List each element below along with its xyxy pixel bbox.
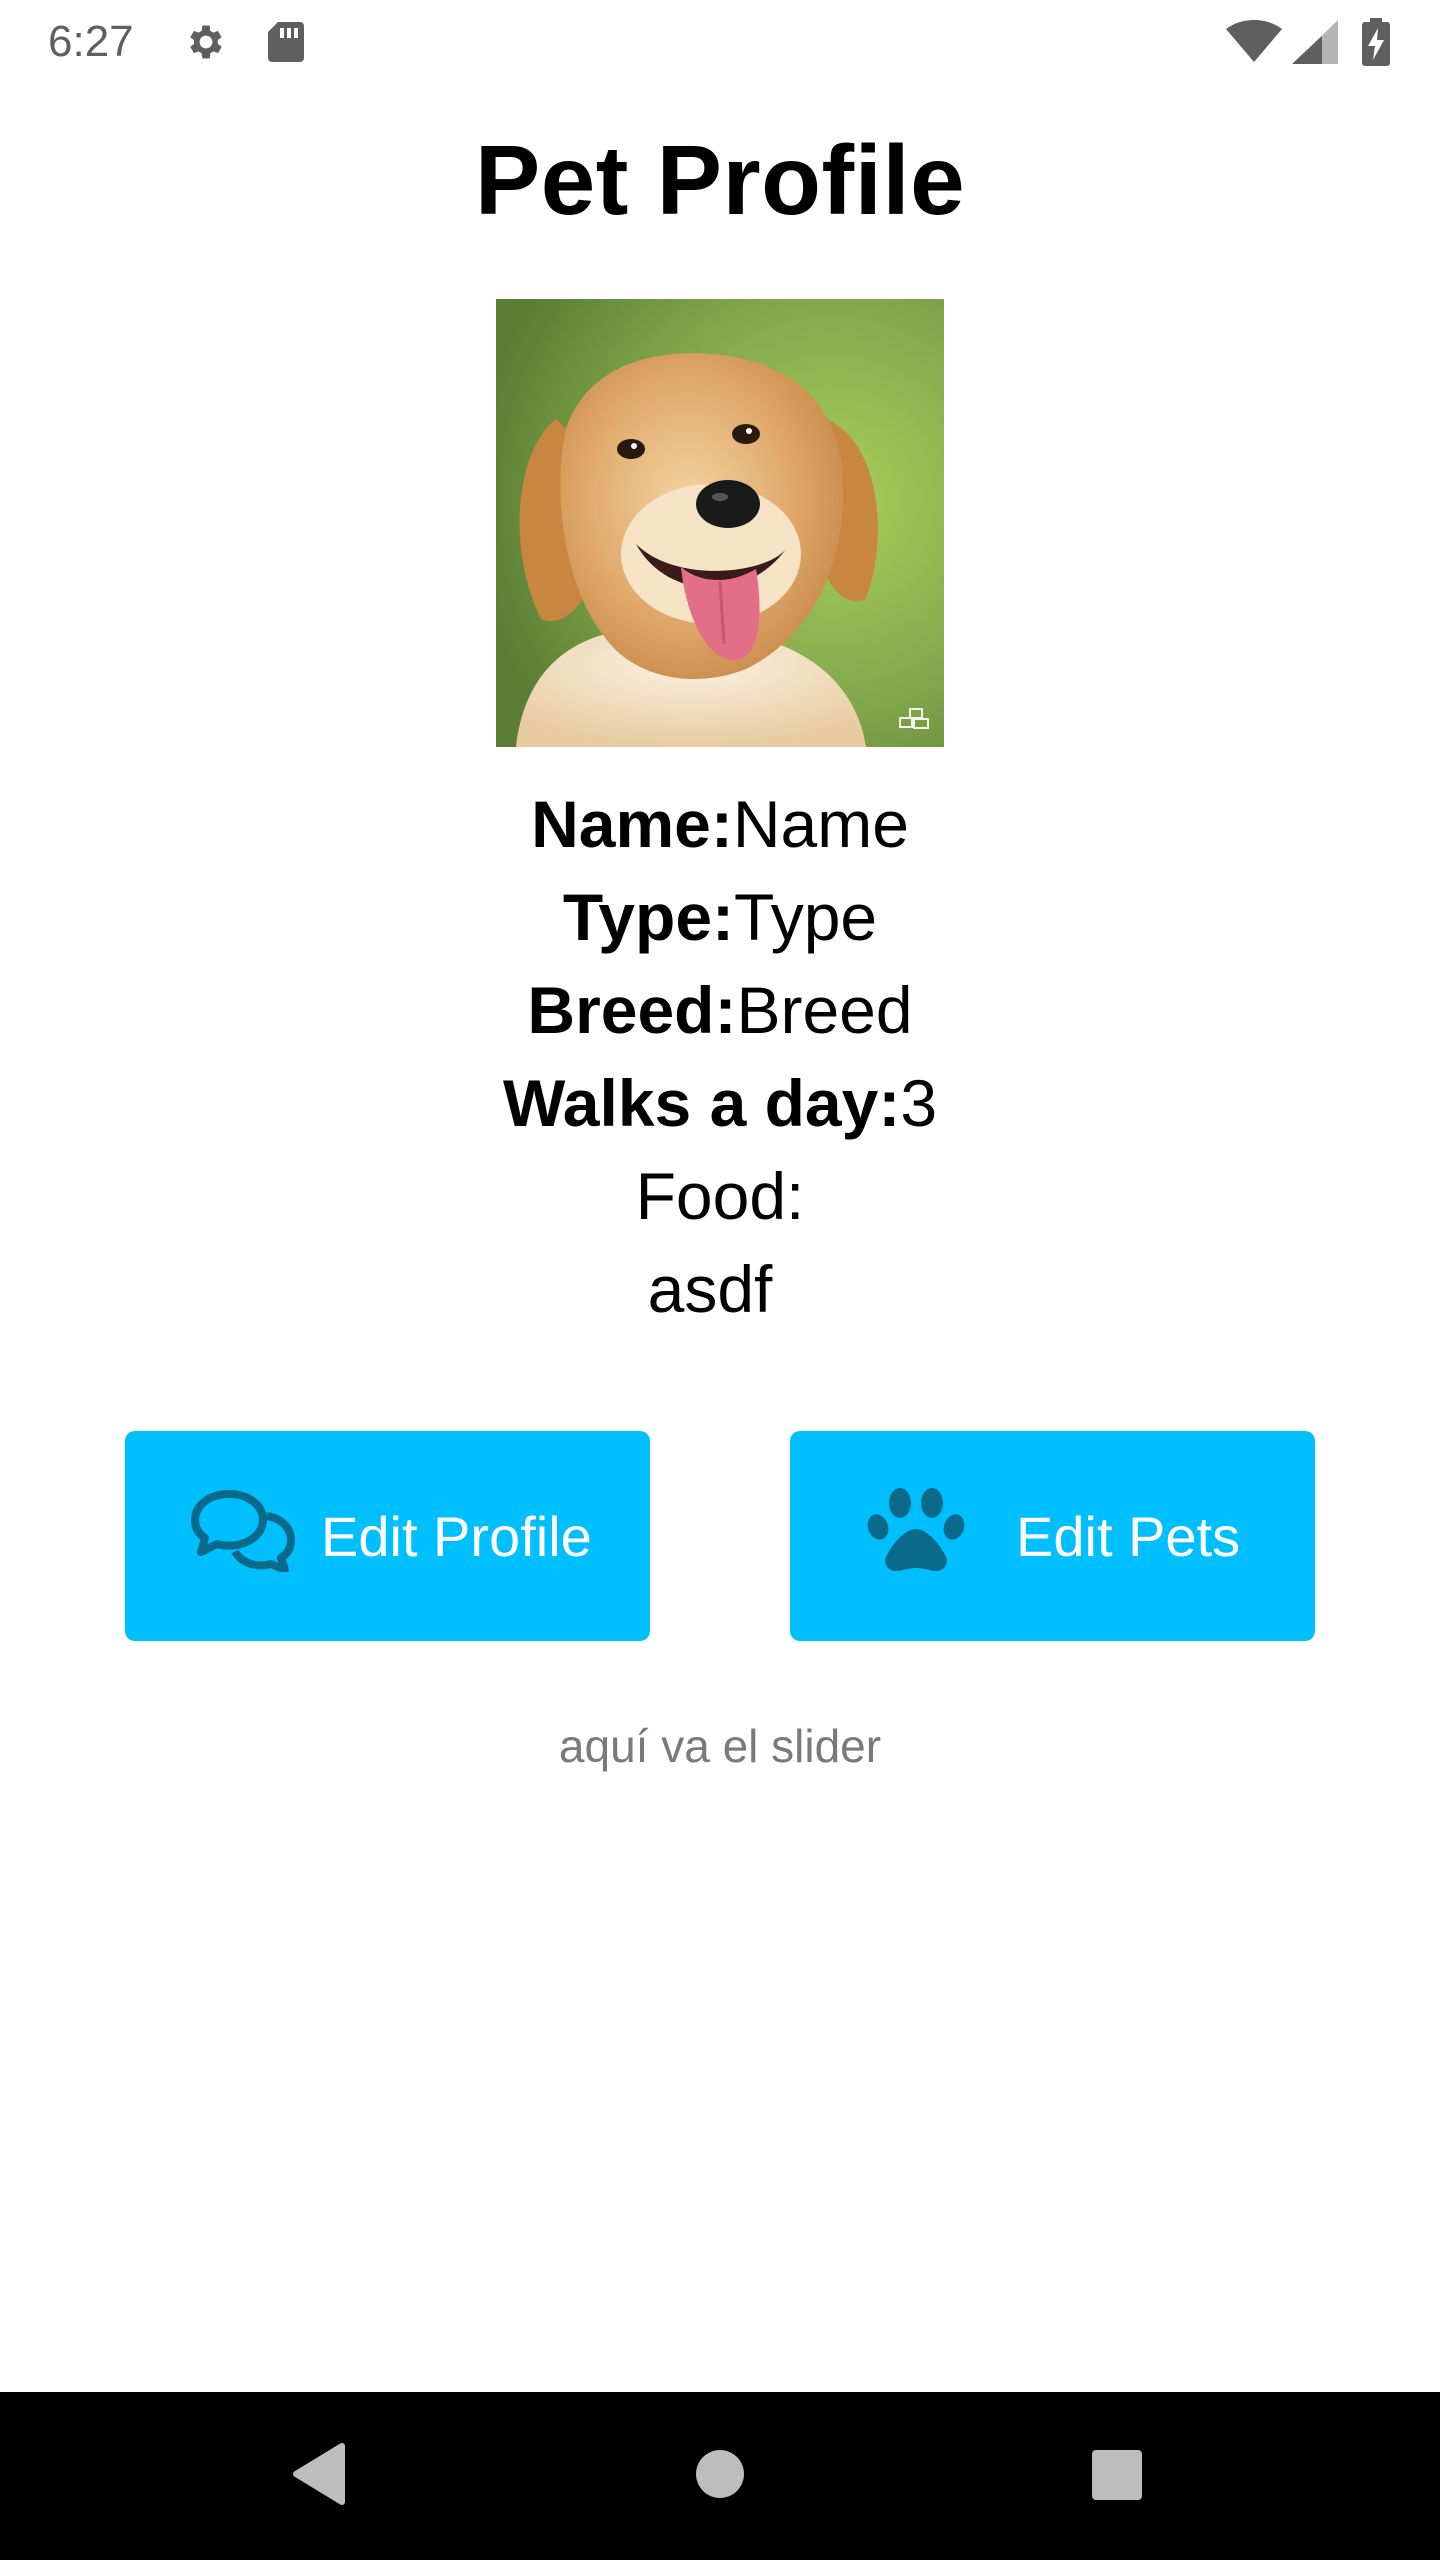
pet-walks-row: Walks a day:3 xyxy=(0,1057,1440,1150)
status-bar: 6:27 xyxy=(0,0,1440,84)
wifi-icon xyxy=(1226,20,1282,69)
paw-icon xyxy=(866,1487,966,1586)
edit-pets-button[interactable]: Edit Pets xyxy=(790,1431,1315,1641)
pet-info: Name:Name Type:Type Breed:Breed Walks a … xyxy=(0,778,1440,1336)
chat-bubbles-icon xyxy=(189,1488,297,1585)
edit-pets-label: Edit Pets xyxy=(1016,1504,1241,1568)
pet-breed-row: Breed:Breed xyxy=(0,964,1440,1057)
pet-food-label: Food: xyxy=(635,1159,805,1233)
pet-type-label: Type: xyxy=(562,880,735,954)
navigation-bar xyxy=(0,2392,1440,2560)
pet-name-row: Name:Name xyxy=(0,778,1440,871)
battery-charging-icon xyxy=(1362,18,1390,71)
pet-name-label: Name: xyxy=(531,787,733,861)
pet-breed-value: Breed xyxy=(736,973,913,1047)
status-time: 6:27 xyxy=(48,17,134,66)
pet-walks-value: 3 xyxy=(900,1066,938,1140)
pet-type-row: Type:Type xyxy=(0,871,1440,964)
page-title: Pet Profile xyxy=(474,125,966,235)
slider-placeholder-text: aquí va el slider xyxy=(558,1720,882,1772)
pet-walks-label: Walks a day: xyxy=(502,1066,901,1140)
edit-profile-label: Edit Profile xyxy=(321,1504,592,1568)
back-icon[interactable] xyxy=(290,2442,346,2511)
recents-icon[interactable] xyxy=(1090,2448,1144,2507)
pet-photo xyxy=(496,299,944,747)
pet-food-value: asdf xyxy=(647,1252,773,1326)
pet-breed-label: Breed: xyxy=(527,973,737,1047)
pet-name-value: Name xyxy=(732,787,909,861)
pet-type-value: Type xyxy=(734,880,878,954)
home-icon[interactable] xyxy=(694,2448,746,2505)
signal-icon xyxy=(1292,20,1338,69)
sd-card-icon xyxy=(266,20,306,69)
edit-profile-button[interactable]: Edit Profile xyxy=(125,1431,650,1641)
gear-icon xyxy=(184,20,228,69)
